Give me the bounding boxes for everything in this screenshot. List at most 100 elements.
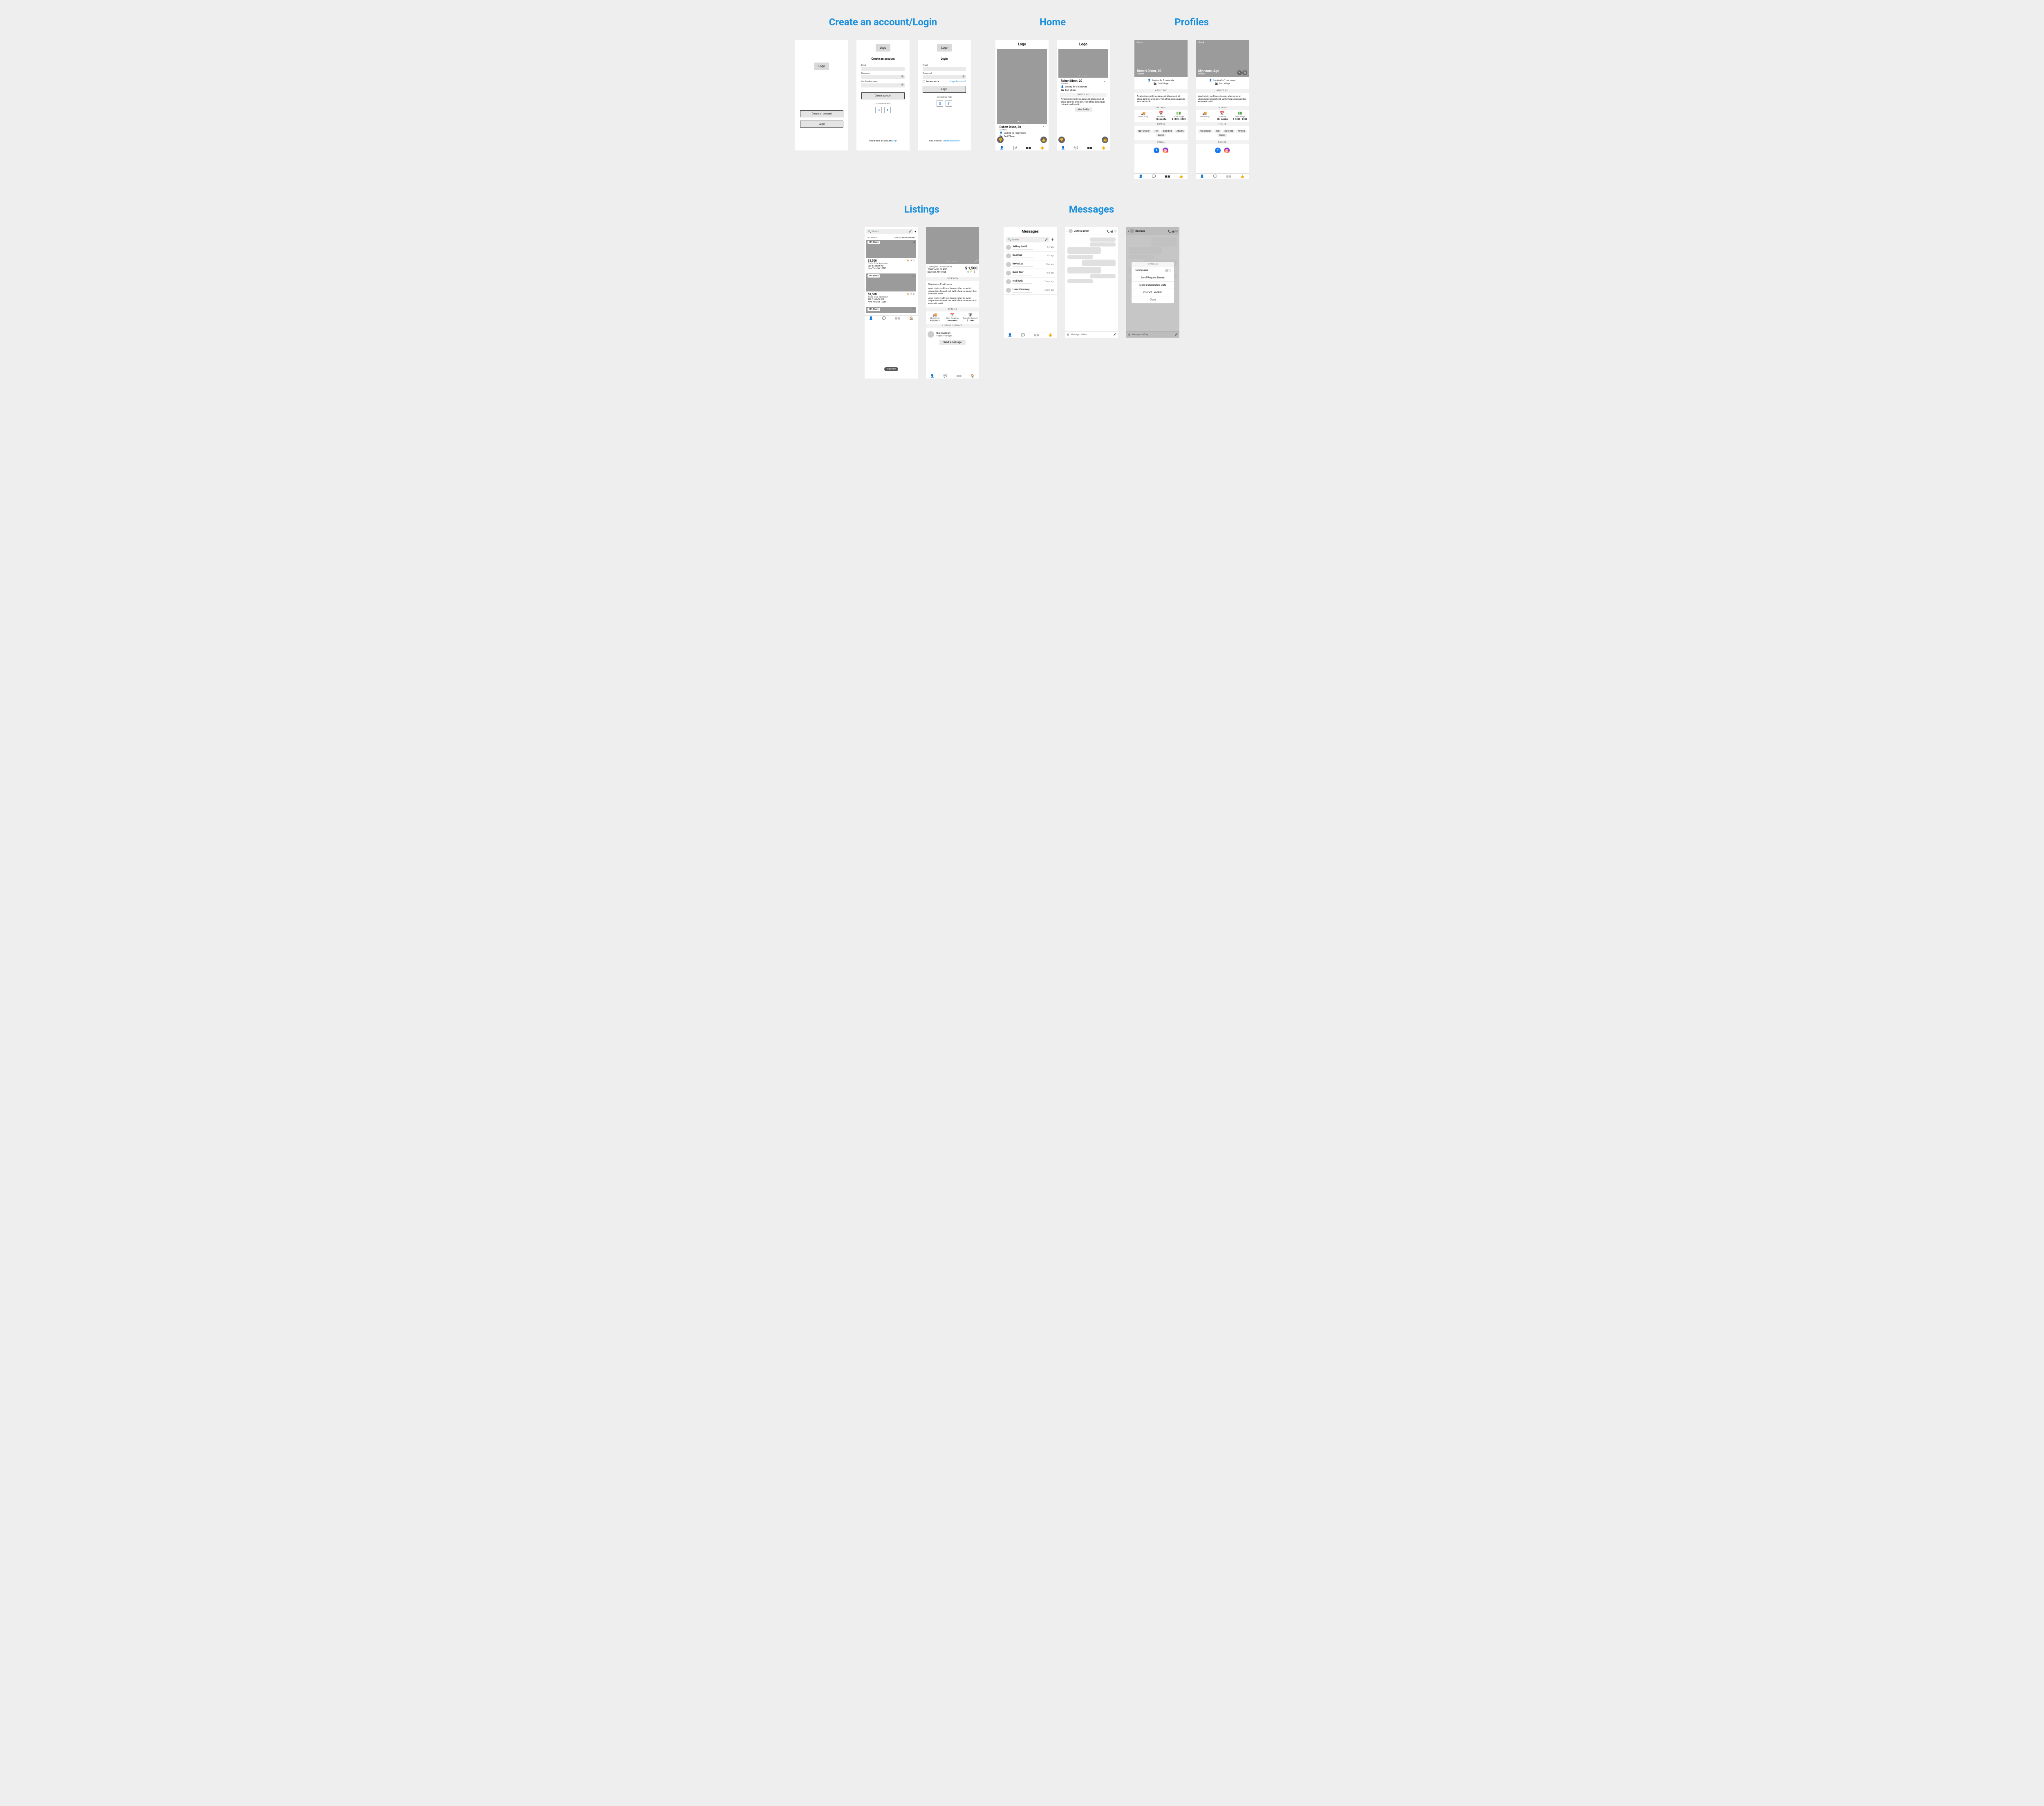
nav-likes-icon[interactable]: 👍 xyxy=(1101,146,1105,150)
compose-button[interactable]: ＋ xyxy=(1051,237,1054,242)
password-input[interactable] xyxy=(923,75,966,79)
map-view-toggle[interactable]: Map View xyxy=(884,367,898,371)
nav-profile-icon[interactable]: 👤 xyxy=(1200,175,1204,178)
make-lists[interactable]: Make Collaborative Lists xyxy=(1132,281,1174,289)
confirm-password-input[interactable] xyxy=(861,83,905,87)
contact-landlord[interactable]: Contact Landlord xyxy=(1132,289,1174,296)
google-button[interactable]: G xyxy=(875,107,882,113)
collapse-chevron-icon[interactable]: ⌄ xyxy=(1104,80,1106,83)
email-input[interactable] xyxy=(861,67,905,71)
google-button[interactable]: G xyxy=(937,100,943,107)
heart-icon[interactable]: ♥ xyxy=(913,241,915,244)
email-input[interactable] xyxy=(923,67,966,71)
nav-home-icon[interactable]: ◼◼ xyxy=(1226,175,1231,178)
nav-messages-icon[interactable]: 💬 xyxy=(944,374,948,378)
mic-icon[interactable]: 🎤 xyxy=(909,230,912,233)
search-input[interactable]: 🔍 Search 🎤 xyxy=(866,229,913,234)
footer-create-link[interactable]: Create an account xyxy=(943,140,959,142)
conversation-row[interactable]: Neil Rathi2 days ago xyxy=(1004,278,1057,286)
nav-home-icon[interactable]: ◼◼ xyxy=(1165,175,1170,178)
view-profile-button[interactable]: View Profile xyxy=(1075,108,1092,112)
remember-me-checkbox[interactable]: Remember me xyxy=(923,81,939,83)
profile-card-collapsed[interactable]: Robert Dixon, 20⌃ Student 👤Looking for 1… xyxy=(997,124,1047,140)
listing-card[interactable]: 94% Match♥ $1,500🦮 🚿 ⏱ 3 bds, 2 ba, Apar… xyxy=(866,240,916,271)
instagram-link[interactable]: ◎ xyxy=(1224,148,1230,153)
conversation-row[interactable]: Rohit Nair1 day ago xyxy=(1004,269,1057,278)
conversation-row[interactable]: Jeffrey Smith1 hr ago xyxy=(1004,243,1057,252)
send-message-button[interactable]: Send a message xyxy=(939,340,966,345)
facebook-button[interactable]: f xyxy=(946,100,952,107)
nav-listings-icon[interactable]: 🏠 xyxy=(909,316,913,320)
heart-icon[interactable]: ♡ xyxy=(912,308,915,311)
nav-profile-icon[interactable]: 👤 xyxy=(1139,175,1143,178)
nav-messages-icon[interactable]: 💬 xyxy=(1213,175,1217,178)
nav-profile-icon[interactable]: 👤 xyxy=(1008,333,1012,337)
mic-icon[interactable]: 🎤 xyxy=(1045,238,1048,241)
conversation-row[interactable]: Louis Carroway2 days ago xyxy=(1004,286,1057,295)
video-icon[interactable]: 📹 xyxy=(1110,230,1113,233)
back-button[interactable]: ‹ xyxy=(926,227,979,233)
nav-messages-icon[interactable]: 💬 xyxy=(1013,146,1017,150)
nav-likes-icon[interactable]: 👍 xyxy=(1048,333,1052,337)
facebook-link[interactable]: f xyxy=(1154,148,1159,153)
listing-card[interactable]: 94% Match♡ $1,500🦮 🚿 ⏱ 3 bds, 2 ba, Apar… xyxy=(866,273,916,305)
listing-card[interactable]: 94% Match♡ xyxy=(866,307,916,313)
nav-profile-icon[interactable]: 👤 xyxy=(1061,146,1065,150)
nav-profile-icon[interactable]: 👤 xyxy=(869,316,873,320)
conversation-row[interactable]: Roomies1 hr ago xyxy=(1004,252,1057,260)
nav-messages-icon[interactable]: 💬 xyxy=(1074,146,1078,150)
logo: Logo xyxy=(995,43,1049,47)
search-input[interactable]: 🔍 Search🎤 xyxy=(1006,237,1049,242)
nav-home-icon[interactable]: ◼◼ xyxy=(1034,333,1039,337)
login-button[interactable]: Login xyxy=(800,121,843,128)
profile-photo-carousel[interactable]: ● ○ ○ ○ xyxy=(997,49,1047,124)
call-icon[interactable]: 📞 xyxy=(1107,230,1109,233)
nav-home-icon[interactable]: ◼◼ xyxy=(956,374,961,378)
expand-icon[interactable]: ⤢ xyxy=(975,259,978,263)
nav-likes-icon[interactable]: 👍 xyxy=(1040,146,1044,150)
nav-profile-icon[interactable]: 👤 xyxy=(930,374,935,378)
send-request-money[interactable]: Send/Request Money xyxy=(1132,274,1174,281)
like-button[interactable]: 👍 xyxy=(1102,137,1108,143)
footer-login-link[interactable]: Login xyxy=(892,140,897,142)
dislike-button[interactable]: 👎 xyxy=(1058,137,1065,143)
modal-overlay[interactable]: OPTIONS Roommates Send/Request Money Mak… xyxy=(1126,227,1179,338)
nav-likes-icon[interactable]: 👍 xyxy=(1179,175,1183,178)
expand-chevron-icon[interactable]: ⌃ xyxy=(1042,126,1044,129)
password-input[interactable] xyxy=(861,75,905,79)
back-button[interactable]: ‹ Back xyxy=(1134,40,1188,45)
edit-button[interactable]: ✎ xyxy=(1237,70,1242,75)
facebook-link[interactable]: f xyxy=(1215,148,1221,153)
nav-messages-icon[interactable]: 💬 xyxy=(882,316,886,320)
filter-icon[interactable]: ▾ xyxy=(914,230,916,233)
toggle-switch[interactable] xyxy=(1165,269,1171,272)
nav-profile-icon[interactable]: 👤 xyxy=(1000,146,1004,150)
create-account-button[interactable]: Create an account xyxy=(800,110,843,117)
nav-home-icon[interactable]: ◼◼ xyxy=(1087,146,1092,150)
mic-icon[interactable]: 🎤 xyxy=(1114,333,1116,336)
nav-messages-icon[interactable]: 💬 xyxy=(1021,333,1025,337)
nav-home-icon[interactable]: ◼◼ xyxy=(1026,146,1031,150)
settings-button[interactable]: ⚙ xyxy=(1242,70,1247,75)
close-button[interactable]: Close xyxy=(1132,296,1174,303)
login-submit-button[interactable]: Login xyxy=(923,86,966,93)
message-input[interactable]: Message..Jeffrey xyxy=(1071,334,1114,336)
back-button[interactable]: ‹ Back xyxy=(1196,40,1249,45)
sort-dropdown[interactable]: Sort by: Recommended xyxy=(894,237,915,239)
nav-likes-icon[interactable]: 👍 xyxy=(1240,175,1244,178)
add-button[interactable]: ⊕ xyxy=(1067,333,1069,336)
create-submit-button[interactable]: Create account xyxy=(861,92,905,99)
roommates-toggle[interactable]: Roommates xyxy=(1132,267,1174,274)
forgot-password-link[interactable]: Forget Password? xyxy=(950,81,966,83)
conversation-row[interactable]: Kevin Lee4 hrs ago xyxy=(1004,260,1057,269)
nav-listings-icon[interactable]: 🏠 xyxy=(970,374,975,378)
facebook-button[interactable]: f xyxy=(884,107,891,113)
dislike-button[interactable]: 👎 xyxy=(997,137,1004,143)
profile-photo-carousel[interactable]: ● ○ ○ ○ xyxy=(1058,49,1108,78)
nav-home-icon[interactable]: ◼◼ xyxy=(895,316,900,320)
info-icon[interactable]: ⓘ xyxy=(1114,230,1116,233)
heart-icon[interactable]: ♡ xyxy=(912,274,915,278)
nav-messages-icon[interactable]: 💬 xyxy=(1152,175,1156,178)
instagram-link[interactable]: ◎ xyxy=(1163,148,1168,153)
like-button[interactable]: 👍 xyxy=(1040,137,1047,143)
